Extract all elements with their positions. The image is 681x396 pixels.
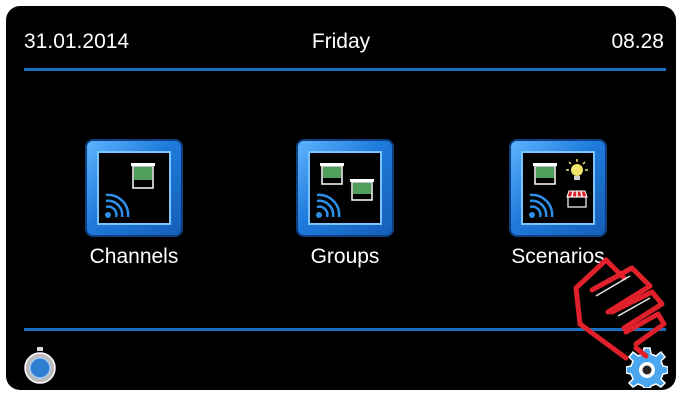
scenarios-icon	[529, 159, 588, 218]
hand-pointer-icon	[573, 257, 667, 361]
touch-screen: 31.01.2014 Friday 08.28 Channels Groups …	[6, 6, 676, 390]
channels-icon	[105, 163, 155, 218]
header-divider	[24, 68, 666, 71]
lightbulb-icon	[566, 159, 588, 180]
groups-button[interactable]	[296, 139, 394, 237]
time-display: 08.28	[611, 30, 664, 53]
groups-label[interactable]: Groups	[245, 245, 445, 269]
channels-label[interactable]: Channels	[34, 245, 234, 269]
timer-icon[interactable]	[22, 346, 58, 384]
channels-button[interactable]	[85, 139, 183, 237]
awning-icon	[566, 190, 588, 208]
scenarios-button[interactable]	[509, 139, 607, 237]
weekday-display: Friday	[311, 30, 371, 53]
groups-icon	[316, 163, 374, 218]
